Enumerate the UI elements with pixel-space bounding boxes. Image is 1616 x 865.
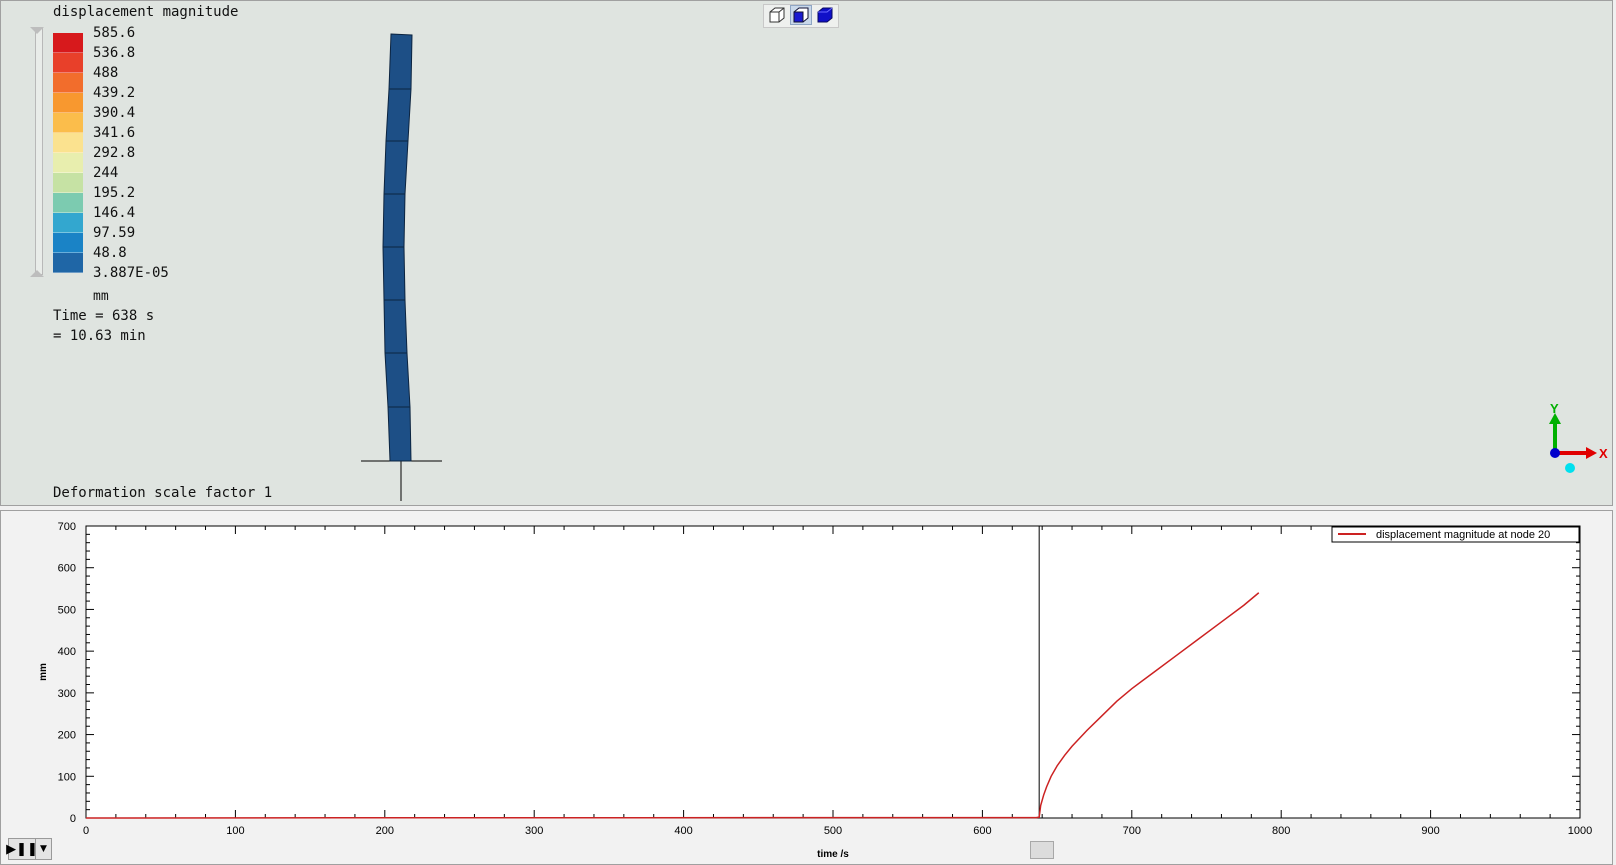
y-axis-title: mm [38, 663, 49, 681]
displacement-history-chart[interactable]: 0 100 200 300 400 500 600 700 800 900 1000 0 100 200… [0, 0, 1613, 865]
x-tick-label: 700 [1123, 825, 1141, 837]
plot-area [85, 525, 1581, 819]
y-tick-labels: 0 100 200 300 400 500 600 700 [58, 521, 76, 825]
y-tick-label: 100 [58, 771, 76, 783]
play-pause-button[interactable]: ▶❚❚ [6, 839, 38, 859]
x-tick-label: 800 [1272, 825, 1290, 837]
y-tick-label: 300 [58, 688, 76, 700]
y-tick-label: 500 [58, 604, 76, 616]
x-tick-label: 300 [525, 825, 543, 837]
animation-control[interactable]: ▶❚❚ ▼ [6, 838, 52, 860]
y-tick-label: 200 [58, 730, 76, 742]
x-axis-title: time /s [817, 849, 849, 860]
chevron-down-icon: ▼ [40, 844, 47, 854]
play-pause-icon: ▶❚❚ [6, 841, 38, 857]
x-tick-label: 600 [973, 825, 991, 837]
y-tick-label: 0 [70, 813, 76, 825]
chart-legend: displacement magnitude at node 20 [1331, 526, 1580, 543]
x-tick-labels: 0 100 200 300 400 500 600 700 800 900 1000 [83, 825, 1592, 837]
x-tick-label: 0 [83, 825, 89, 837]
y-tick-label: 700 [58, 521, 76, 533]
y-tick-label: 600 [58, 563, 76, 575]
legend-series-name: displacement magnitude at node 20 [1376, 529, 1550, 541]
x-tick-label: 200 [376, 825, 394, 837]
x-tick-label: 900 [1421, 825, 1439, 837]
y-tick-label: 400 [58, 646, 76, 658]
x-tick-label: 100 [226, 825, 244, 837]
x-tick-label: 1000 [1568, 825, 1592, 837]
animation-options-dropdown[interactable]: ▼ [36, 839, 51, 859]
time-scroll-handle[interactable] [1030, 841, 1054, 859]
x-tick-label: 400 [674, 825, 692, 837]
x-tick-label: 500 [824, 825, 842, 837]
